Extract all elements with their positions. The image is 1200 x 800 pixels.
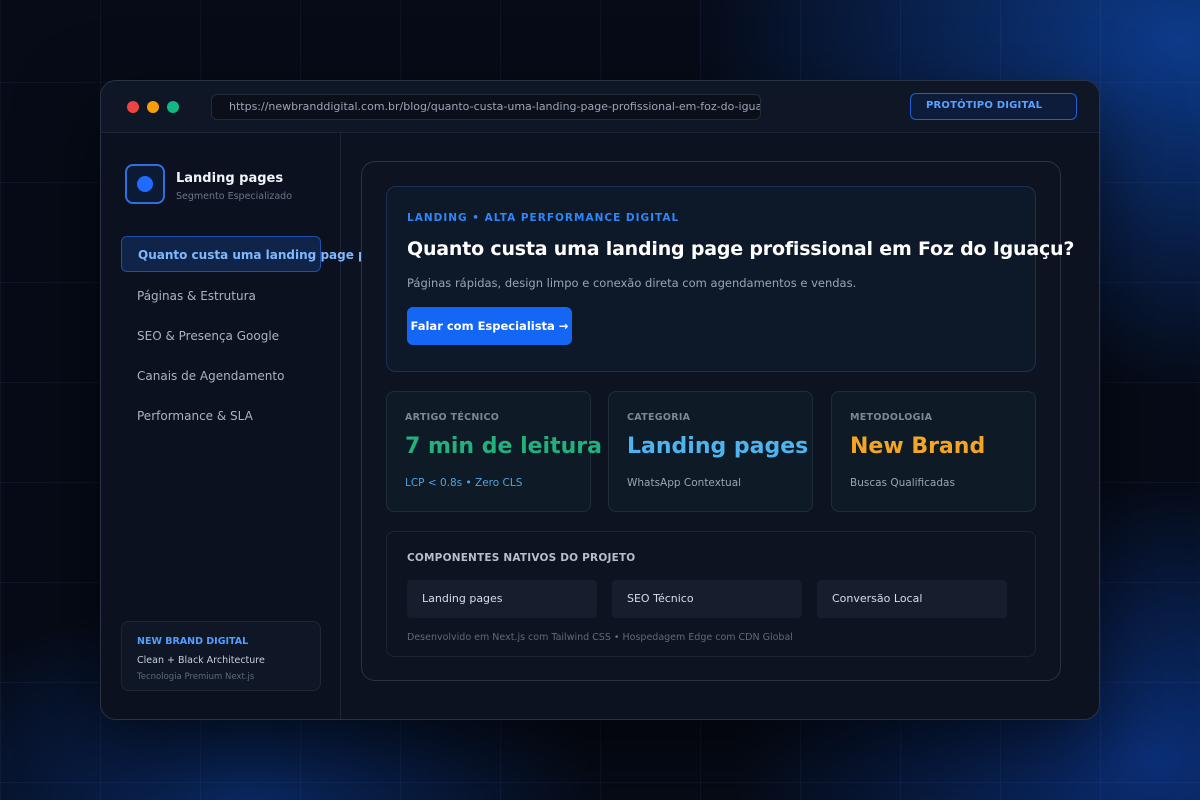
brand-subtitle: Segmento Especializado: [176, 191, 293, 202]
minimize-window-dot[interactable]: [147, 101, 159, 113]
browser-window: https://newbranddigital.com.br/blog/quan…: [100, 80, 1100, 720]
brand-title: Landing pages: [176, 171, 284, 186]
sidebar-item-label: Quanto custa uma landing page profission…: [138, 248, 364, 262]
sidebar-item-pages-structure[interactable]: Páginas & Estrutura: [121, 278, 321, 314]
components-title: COMPONENTES NATIVOS DO PROJETO: [407, 552, 636, 564]
hero-tag: LANDING • ALTA PERFORMANCE DIGITAL: [407, 212, 680, 224]
stat-value: Landing pages: [627, 434, 809, 459]
sidebar-footer-title: NEW BRAND DIGITAL: [137, 636, 249, 647]
stat-label: METODOLOGIA: [850, 412, 933, 423]
components-card: COMPONENTES NATIVOS DO PROJETO Landing p…: [386, 531, 1036, 657]
components-footer: Desenvolvido em Next.js com Tailwind CSS…: [407, 632, 793, 643]
stat-sub: LCP < 0.8s • Zero CLS: [405, 477, 523, 489]
sidebar-item-scheduling[interactable]: Canais de Agendamento: [121, 358, 321, 394]
sidebar: Landing pages Segmento Especializado Qua…: [101, 133, 364, 719]
sidebar-item-article[interactable]: Quanto custa uma landing page profission…: [121, 236, 364, 272]
stat-label: ARTIGO TÉCNICO: [405, 412, 500, 423]
stat-value: 7 min de leitura: [405, 434, 602, 459]
stat-card-methodology: METODOLOGIA New Brand Buscas Qualificada…: [831, 391, 1036, 512]
component-chip-landing-pages[interactable]: Landing pages: [407, 580, 597, 618]
hero-card: LANDING • ALTA PERFORMANCE DIGITAL Quant…: [386, 186, 1074, 372]
stat-card-category: CATEGORIA Landing pages WhatsApp Context…: [608, 391, 813, 512]
browser-titlebar: https://newbranddigital.com.br/blog/quan…: [101, 81, 1099, 133]
stat-sub: WhatsApp Contextual: [627, 477, 742, 489]
sidebar-footer-line2: Tecnologia Premium Next.js: [137, 672, 255, 682]
address-bar[interactable]: https://newbranddigital.com.br/blog/quan…: [211, 94, 761, 120]
maximize-window-dot[interactable]: [167, 101, 179, 113]
stat-label: CATEGORIA: [627, 412, 691, 423]
stat-value: New Brand: [850, 434, 986, 459]
sidebar-footer-card: NEW BRAND DIGITAL Clean + Black Architec…: [121, 621, 321, 691]
component-chip-seo[interactable]: SEO Técnico: [612, 580, 802, 618]
sidebar-item-performance[interactable]: Performance & SLA: [121, 398, 321, 434]
sidebar-footer-line1: Clean + Black Architecture: [137, 655, 265, 666]
main-panel: LANDING • ALTA PERFORMANCE DIGITAL Quant…: [361, 161, 1074, 681]
close-window-dot[interactable]: [127, 101, 139, 113]
sidebar-item-seo[interactable]: SEO & Presença Google: [121, 318, 321, 354]
page-title: Quanto custa uma landing page profission…: [407, 238, 1075, 260]
brand-logo-icon: [125, 164, 165, 204]
stat-card-article: ARTIGO TÉCNICO 7 min de leitura LCP < 0.…: [386, 391, 602, 512]
component-chip-conversion[interactable]: Conversão Local: [817, 580, 1007, 618]
hero-description: Páginas rápidas, design limpo e conexão …: [407, 276, 857, 290]
prototype-badge[interactable]: PROTÓTIPO DIGITAL: [910, 93, 1077, 120]
stat-sub: Buscas Qualificadas: [850, 477, 955, 489]
talk-to-specialist-button[interactable]: Falar com Especialista →: [407, 307, 572, 345]
